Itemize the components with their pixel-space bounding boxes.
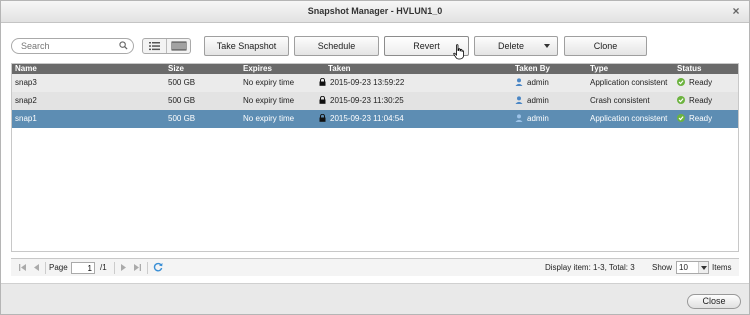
table-header: Name Size Expires Taken Taken By Type St… <box>12 64 738 74</box>
prev-page-icon[interactable] <box>32 263 41 272</box>
toolbar: Take Snapshot Schedule Revert Delete Clo… <box>11 36 739 56</box>
column-header-expires[interactable]: Expires <box>243 64 272 74</box>
cell-taken-value: 2015-09-23 11:30:25 <box>330 96 404 105</box>
cell-status: Ready <box>677 74 712 92</box>
delete-button[interactable]: Delete <box>474 36 558 56</box>
refresh-icon[interactable] <box>153 262 163 272</box>
cell-type: Application consistent <box>590 114 668 123</box>
title-bar: Snapshot Manager - HVLUN1_0 × <box>1 1 749 23</box>
user-icon <box>515 96 523 104</box>
ready-check-icon <box>677 77 685 86</box>
show-label: Show <box>652 263 673 272</box>
chevron-down-icon <box>544 44 550 48</box>
user-icon <box>515 78 523 86</box>
table-row-selected[interactable]: snap1 500 GB No expiry time 2015-09-23 1… <box>12 110 738 128</box>
cell-size: 500 GB <box>168 96 196 105</box>
cell-status: Ready <box>677 92 712 110</box>
last-page-icon[interactable] <box>133 263 142 272</box>
column-header-name[interactable]: Name <box>15 64 37 74</box>
cell-taken: 2015-09-23 13:59:22 <box>319 74 404 92</box>
cell-status-value: Ready <box>689 78 713 87</box>
cell-name: snap1 <box>15 114 37 123</box>
items-label: Items <box>712 263 732 272</box>
snapshot-table: Name Size Expires Taken Taken By Type St… <box>11 63 739 252</box>
clone-button[interactable]: Clone <box>564 36 647 56</box>
column-header-taken-by[interactable]: Taken By <box>515 64 550 74</box>
view-toggle <box>142 38 191 54</box>
lock-icon <box>319 77 326 86</box>
cell-taken-value: 2015-09-23 11:04:54 <box>330 114 404 123</box>
cell-type: Crash consistent <box>590 96 650 105</box>
next-page-icon[interactable] <box>119 263 128 272</box>
search-input[interactable] <box>21 39 119 53</box>
lock-icon <box>319 113 326 122</box>
schedule-button[interactable]: Schedule <box>294 36 379 56</box>
table-row[interactable]: snap2 500 GB No expiry time 2015-09-23 1… <box>12 92 738 110</box>
cell-expires: No expiry time <box>243 78 295 87</box>
table-row[interactable]: snap3 500 GB No expiry time 2015-09-23 1… <box>12 74 738 92</box>
cell-expires: No expiry time <box>243 96 295 105</box>
page-label: Page <box>49 263 68 272</box>
list-view-button[interactable] <box>143 39 167 53</box>
cell-taken-by-value: admin <box>527 114 549 123</box>
search-box <box>11 38 134 54</box>
delete-button-label: Delete <box>497 41 524 51</box>
snapshot-manager-window: Snapshot Manager - HVLUN1_0 × Search Tak… <box>0 0 750 315</box>
page-total: /1 <box>100 263 107 272</box>
cell-taken-value: 2015-09-23 13:59:22 <box>330 78 405 87</box>
window-close-icon[interactable]: × <box>729 5 743 19</box>
cell-status: Ready <box>677 110 712 128</box>
cell-status-value: Ready <box>689 114 713 123</box>
cell-size: 500 GB <box>168 114 196 123</box>
cell-status-value: Ready <box>689 96 713 105</box>
cell-taken-by: admin <box>515 92 549 110</box>
column-header-size[interactable]: Size <box>168 64 184 74</box>
first-page-icon[interactable] <box>18 263 27 272</box>
cell-taken-by: admin <box>515 74 549 92</box>
cell-name: snap2 <box>15 96 37 105</box>
detail-view-icon <box>171 41 187 51</box>
column-header-type[interactable]: Type <box>590 64 608 74</box>
ready-check-icon <box>677 95 685 104</box>
cell-size: 500 GB <box>168 78 196 87</box>
pagination-divider <box>114 262 115 274</box>
cell-taken: 2015-09-23 11:30:25 <box>319 92 404 110</box>
lock-icon <box>319 95 326 104</box>
page-size-value: 10 <box>679 263 688 272</box>
ready-check-icon <box>677 113 685 122</box>
window-title: Snapshot Manager - HVLUN1_0 <box>307 6 443 16</box>
detail-view-button[interactable] <box>167 39 191 53</box>
search-icon[interactable] <box>119 41 128 50</box>
page-size-select[interactable]: 10 <box>676 261 709 274</box>
user-icon <box>515 114 523 122</box>
cell-taken: 2015-09-23 11:04:54 <box>319 110 404 128</box>
pagination-divider <box>45 262 46 274</box>
cell-taken-by-value: admin <box>527 78 549 87</box>
column-header-status[interactable]: Status <box>677 64 701 74</box>
cell-taken-by-value: admin <box>527 96 549 105</box>
dialog-footer: Close <box>1 283 749 314</box>
cell-expires: No expiry time <box>243 114 295 123</box>
close-button[interactable]: Close <box>687 294 741 309</box>
list-view-icon <box>149 42 160 51</box>
pagination-bar: Page /1 Display item: 1-3, Total: 3 Show… <box>11 258 739 276</box>
pagination-divider <box>147 262 148 274</box>
column-header-taken[interactable]: Taken <box>328 64 351 74</box>
cell-type: Application consistent <box>590 78 668 87</box>
revert-button[interactable]: Revert <box>384 36 469 56</box>
cell-taken-by: admin <box>515 110 549 128</box>
take-snapshot-button[interactable]: Take Snapshot <box>204 36 289 56</box>
page-number-input[interactable] <box>71 262 95 274</box>
chevron-down-icon <box>698 262 708 273</box>
cell-name: snap3 <box>15 78 37 87</box>
display-info: Display item: 1-3, Total: 3 <box>545 263 635 272</box>
